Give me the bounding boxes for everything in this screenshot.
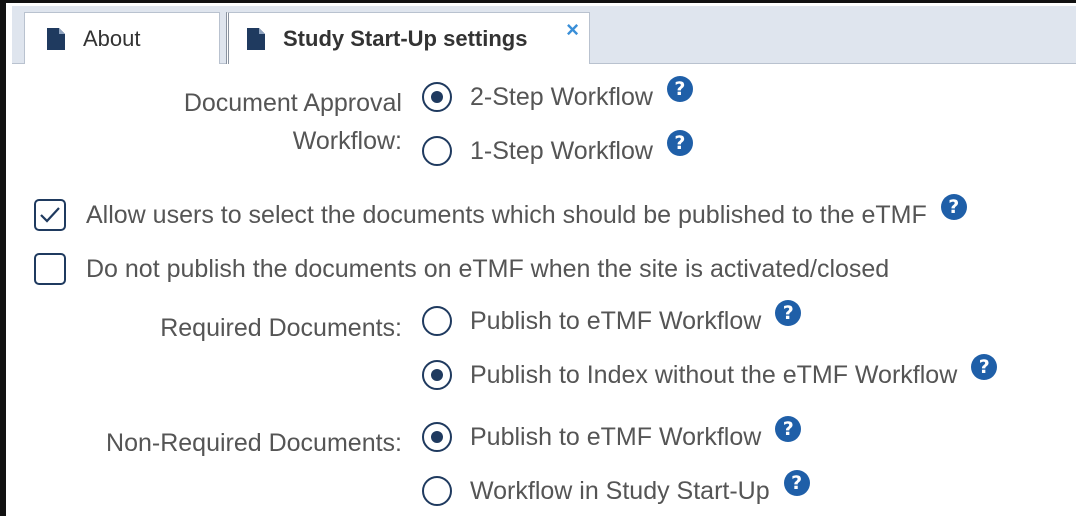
non-required-workflow-study-start-up[interactable]: Workflow in Study Start-Up ? [422,470,810,506]
do-not-publish-checkbox[interactable] [34,253,66,285]
radio-2-step-workflow[interactable] [422,82,452,112]
required-publish-index[interactable]: Publish to Index without the eTMF Workfl… [422,354,998,390]
settings-content: Document Approval Workflow: 2-Step Workf… [12,64,1076,519]
do-not-publish-label: Do not publish the documents on eTMF whe… [86,254,890,283]
settings-window: About Study Start-Up settings × Document… [0,0,1076,516]
option-2-step-workflow-label: 2-Step Workflow [470,82,653,111]
radio-1-step-workflow[interactable] [422,136,452,166]
required-documents-label: Required Documents: [160,314,402,342]
help-icon[interactable]: ? [940,194,967,220]
required-publish-etmf-workflow-label: Publish to eTMF Workflow [470,306,762,335]
radio-required-publish-index[interactable] [422,360,452,390]
document-approval-label-line2: Workflow: [292,127,402,155]
document-icon [247,27,265,50]
required-publish-etmf-workflow[interactable]: Publish to eTMF Workflow ? [422,300,802,336]
allow-select-documents-checkbox[interactable] [34,199,66,231]
allow-select-documents-label: Allow users to select the documents whic… [86,200,927,229]
close-tab-icon[interactable]: × [566,19,579,41]
allow-select-documents-option[interactable]: Allow users to select the documents whic… [34,194,967,231]
document-approval-label: Document Approval Workflow: [102,84,402,160]
document-icon [47,27,65,50]
tab-study-start-up-settings[interactable]: Study Start-Up settings × [226,12,590,64]
required-publish-index-label: Publish to Index without the eTMF Workfl… [470,360,958,389]
radio-non-required-publish-etmf-workflow[interactable] [422,422,452,452]
option-1-step-workflow-label: 1-Step Workflow [470,136,653,165]
non-required-documents-label: Non-Required Documents: [106,429,402,457]
tab-about[interactable]: About [24,12,220,64]
non-required-publish-etmf-workflow-label: Publish to eTMF Workflow [470,422,762,451]
do-not-publish-option[interactable]: Do not publish the documents on eTMF whe… [34,253,889,285]
help-icon[interactable]: ? [666,130,693,156]
document-approval-label-line1: Document Approval [183,89,402,117]
help-icon[interactable]: ? [775,416,802,442]
non-required-workflow-study-start-up-label: Workflow in Study Start-Up [470,476,770,505]
tab-strip: About Study Start-Up settings × [12,6,1076,64]
help-icon[interactable]: ? [775,300,802,326]
option-2-step-workflow[interactable]: 2-Step Workflow ? [422,76,693,112]
tab-about-label: About [83,25,141,51]
radio-non-required-workflow-study-start-up[interactable] [422,476,452,506]
option-1-step-workflow[interactable]: 1-Step Workflow ? [422,130,693,166]
tab-study-start-up-settings-label: Study Start-Up settings [283,25,528,51]
help-icon[interactable]: ? [666,76,693,102]
radio-required-publish-etmf-workflow[interactable] [422,306,452,336]
non-required-publish-etmf-workflow[interactable]: Publish to eTMF Workflow ? [422,416,802,452]
help-icon[interactable]: ? [971,354,998,380]
help-icon[interactable]: ? [783,470,810,496]
checkmark-icon [40,207,60,223]
